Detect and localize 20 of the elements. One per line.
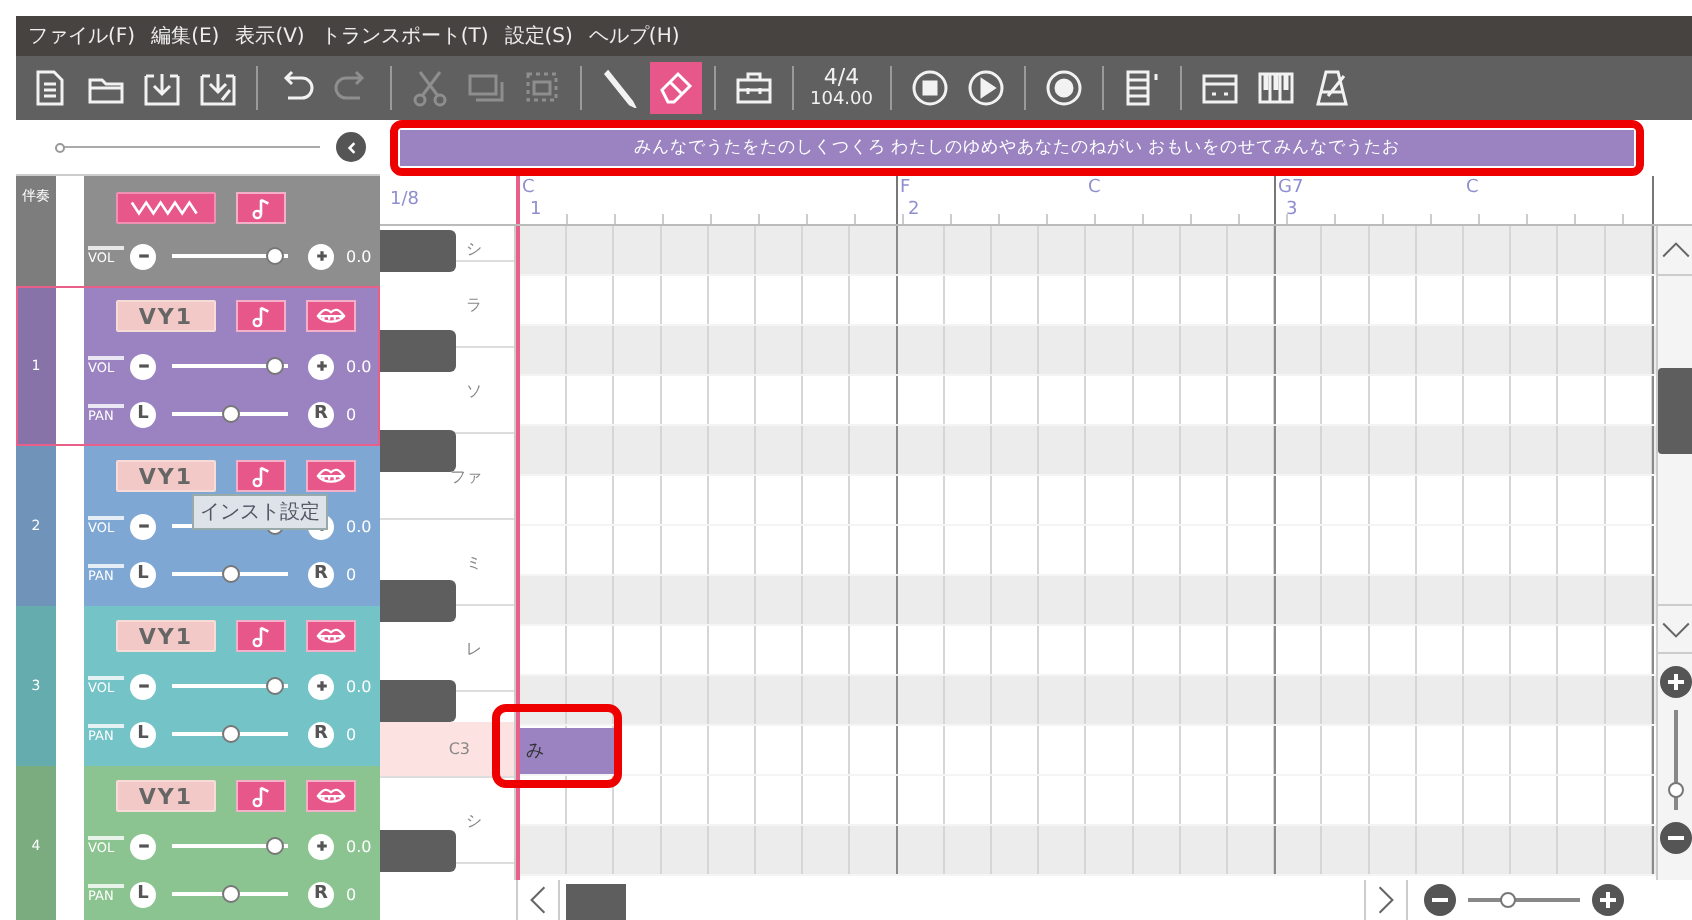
pan-value: 0 xyxy=(346,405,357,423)
grid-label: 1/8 xyxy=(390,190,419,210)
tooltip: インスト設定 xyxy=(192,494,328,530)
volume-value: 0.0 xyxy=(346,247,372,265)
bar-number: 3 xyxy=(1286,200,1298,220)
volume-value: 0.0 xyxy=(346,837,372,855)
pan-value: 0 xyxy=(346,725,357,743)
volume-value: 0.0 xyxy=(346,677,372,695)
bar-number: 1 xyxy=(530,200,542,220)
chord-label: C xyxy=(1088,178,1101,198)
chord-label: C xyxy=(522,178,535,198)
pan-value: 0 xyxy=(346,565,357,583)
volume-value: 0.0 xyxy=(346,517,372,535)
volume-value: 0.0 xyxy=(346,357,372,375)
bar-number: 2 xyxy=(908,200,920,220)
chord-label: G7 xyxy=(1278,178,1304,198)
chord-label: F xyxy=(900,178,911,198)
note-lyric: み xyxy=(526,740,544,764)
chord-label: C xyxy=(1466,178,1479,198)
pan-value: 0 xyxy=(346,885,357,903)
